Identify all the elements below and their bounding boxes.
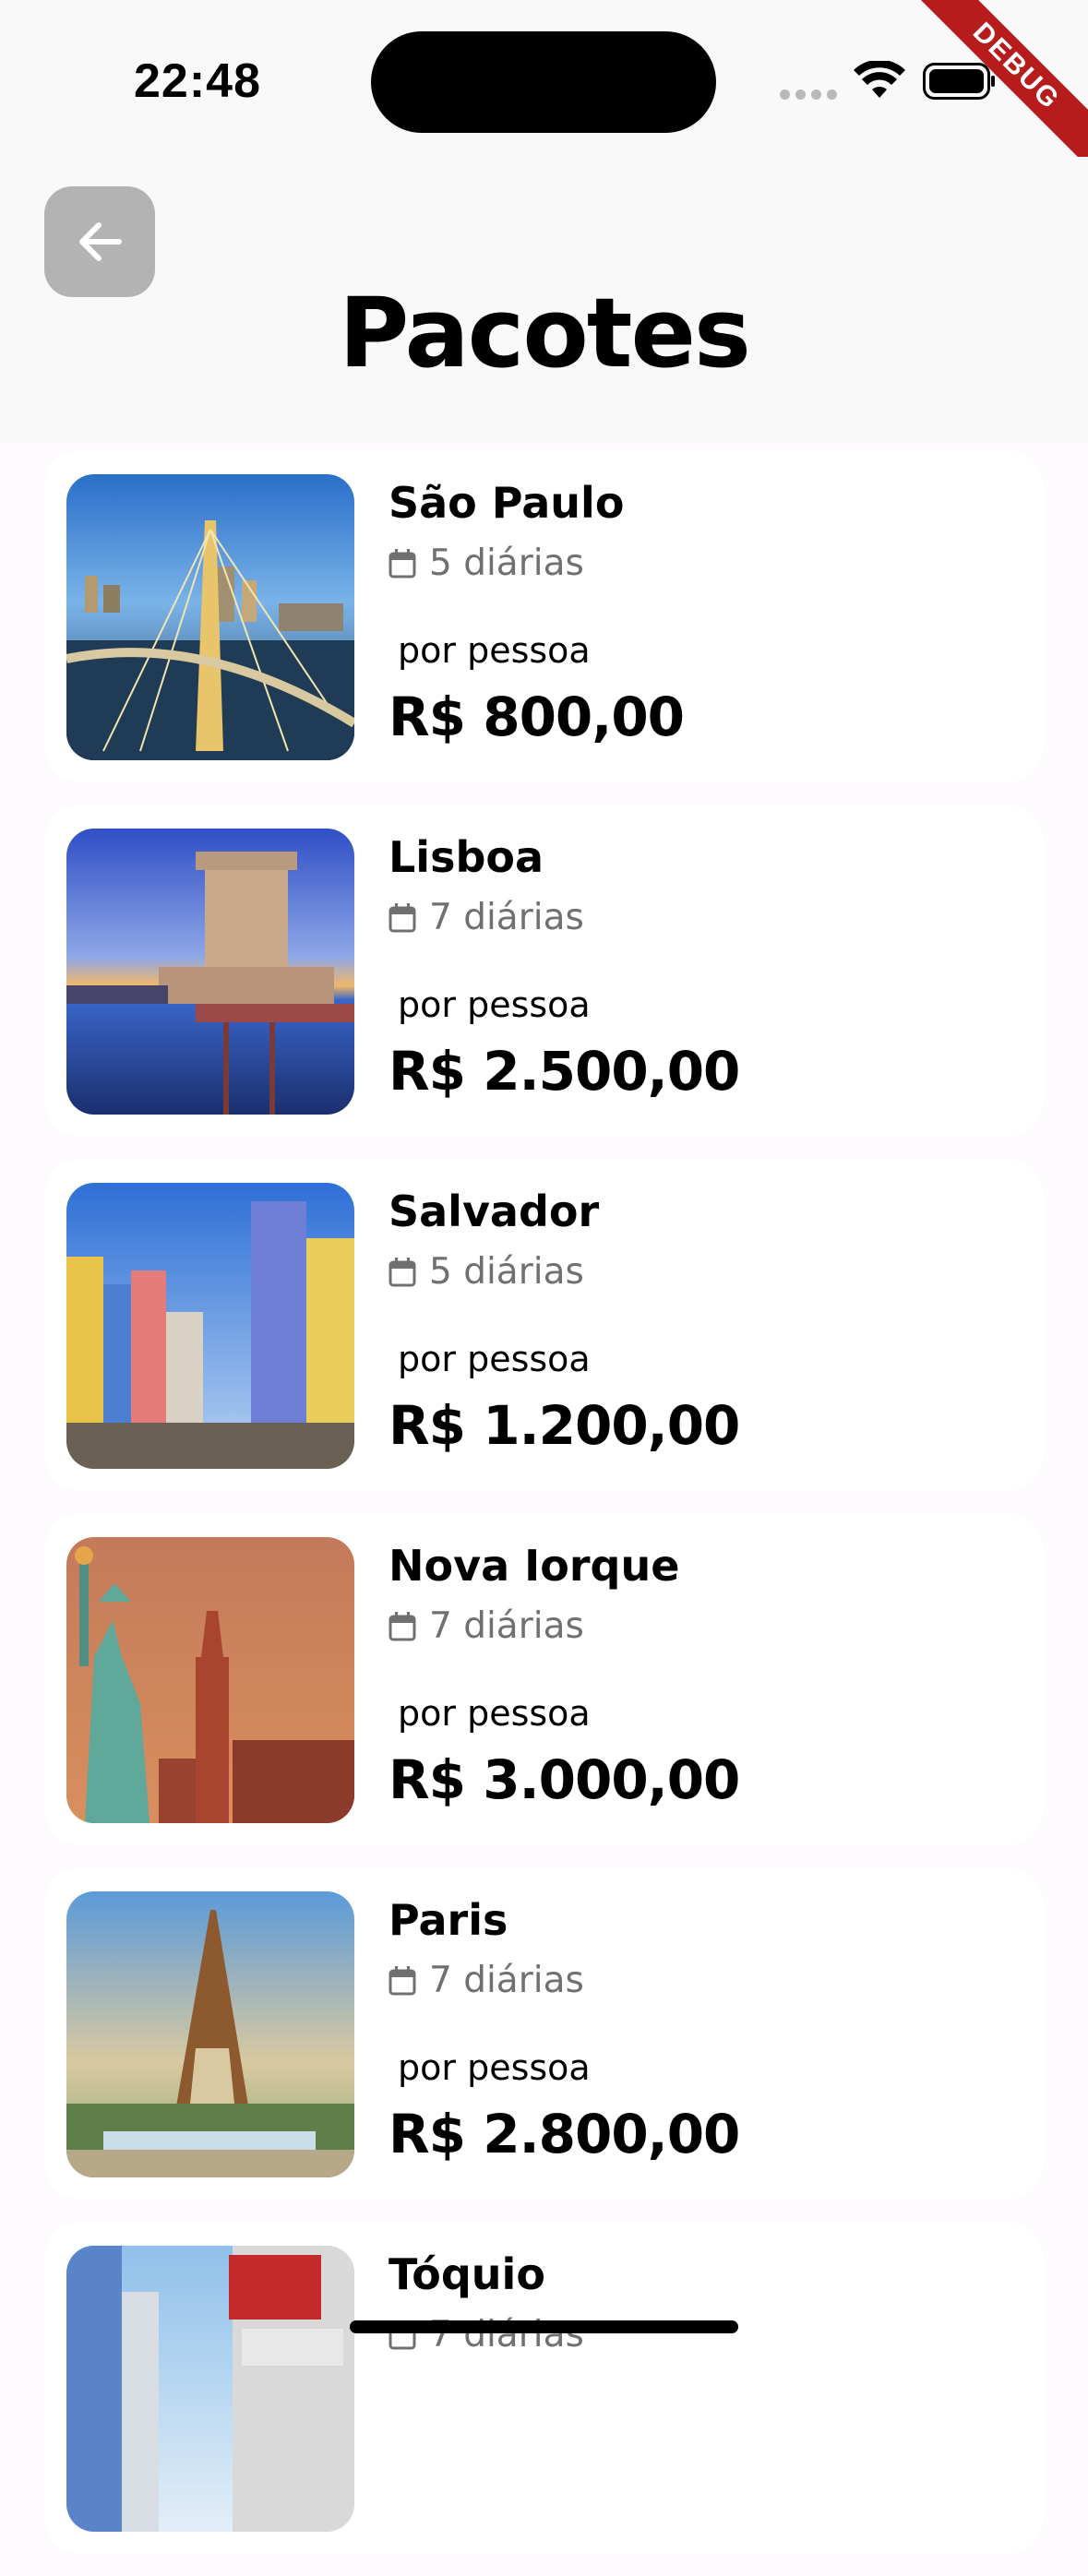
package-image — [66, 1891, 354, 2177]
package-price: R$ 2.800,00 — [389, 2103, 740, 2165]
package-card-salvador[interactable]: Salvador 5 diárias por pessoa R$ 1.200,0… — [44, 1159, 1044, 1491]
package-city: Tóquio — [389, 2249, 545, 2299]
package-price: R$ 1.200,00 — [389, 1394, 740, 1457]
package-price: R$ 2.500,00 — [389, 1040, 740, 1103]
wifi-icon — [854, 61, 905, 98]
package-card-lisboa[interactable]: Lisboa 7 diárias por pessoa R$ 2.500,00 — [44, 805, 1044, 1137]
package-city: Nova Iorque — [389, 1541, 680, 1591]
per-person-label: por pessoa — [398, 1693, 591, 1734]
calendar-icon — [389, 548, 416, 578]
package-image — [66, 474, 354, 760]
package-nights: 7 diárias — [389, 1605, 584, 1647]
package-price: R$ 3.000,00 — [389, 1748, 740, 1811]
package-city: Paris — [389, 1895, 508, 1945]
package-image — [66, 1537, 354, 1823]
cellular-signal-icon — [780, 89, 837, 100]
package-card-toquio[interactable]: Tóquio 7 diárias — [44, 2222, 1044, 2554]
package-nights: 5 diárias — [389, 543, 584, 584]
package-city: Salvador — [389, 1187, 600, 1236]
package-nights: 7 diárias — [389, 897, 584, 938]
page-title: Pacotes — [339, 277, 751, 389]
package-card-nova-iorque[interactable]: Nova Iorque 7 diárias por pessoa R$ 3.00… — [44, 1513, 1044, 1845]
package-city: São Paulo — [389, 478, 625, 528]
arrow-left-icon — [79, 222, 122, 261]
home-indicator[interactable] — [350, 2320, 738, 2333]
per-person-label: por pessoa — [398, 984, 591, 1025]
package-card-paris[interactable]: Paris 7 diárias por pessoa R$ 2.800,00 — [44, 1867, 1044, 2200]
per-person-label: por pessoa — [398, 1339, 591, 1379]
calendar-icon — [389, 1611, 416, 1640]
dynamic-island — [371, 31, 716, 133]
package-city: Lisboa — [389, 832, 544, 882]
package-price: R$ 800,00 — [389, 686, 685, 748]
package-card-sao-paulo[interactable]: São Paulo 5 diárias por pessoa R$ 800,00 — [44, 450, 1044, 782]
package-image — [66, 2246, 354, 2532]
per-person-label: por pessoa — [398, 630, 591, 671]
package-image — [66, 1183, 354, 1469]
package-nights: 5 diárias — [389, 1251, 584, 1293]
per-person-label: por pessoa — [398, 2047, 591, 2088]
calendar-icon — [389, 902, 416, 932]
package-nights: 7 diárias — [389, 1960, 584, 2001]
calendar-icon — [389, 1965, 416, 1995]
package-image — [66, 829, 354, 1115]
calendar-icon — [389, 1257, 416, 1286]
status-time: 22:48 — [134, 54, 261, 108]
package-list: São Paulo 5 diárias por pessoa R$ 800,00 — [44, 450, 1044, 2576]
